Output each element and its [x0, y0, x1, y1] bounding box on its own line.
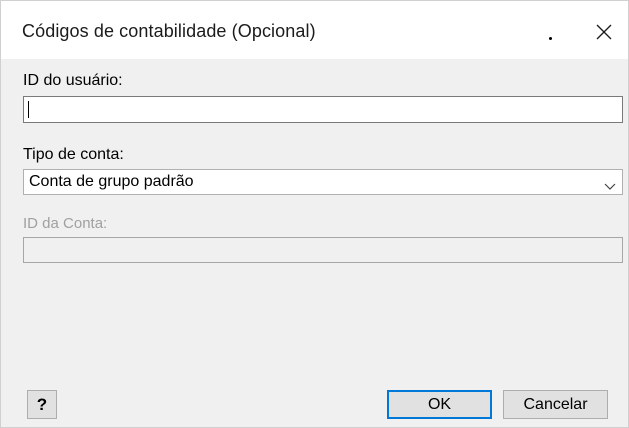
chevron-down-icon: [604, 178, 616, 196]
user-id-label: ID do usuário:: [23, 72, 123, 89]
title-bar: Códigos de contabilidade (Opcional): [1, 1, 628, 59]
accounting-codes-dialog: Códigos de contabilidade (Opcional) ID d…: [0, 0, 629, 428]
ok-button[interactable]: OK: [387, 390, 492, 419]
account-id-label: ID da Conta:: [23, 215, 108, 232]
cancel-button[interactable]: Cancelar: [503, 390, 608, 419]
account-type-selected: Conta de grupo padrão: [29, 173, 194, 190]
dialog-title: Códigos de contabilidade (Opcional): [22, 21, 316, 41]
help-button[interactable]: ?: [27, 390, 57, 419]
close-icon: [596, 24, 612, 40]
account-type-select[interactable]: Conta de grupo padrão: [23, 169, 623, 195]
text-caret: [28, 101, 29, 118]
user-id-input[interactable]: [23, 96, 623, 123]
close-button[interactable]: [591, 19, 617, 45]
account-type-label: Tipo de conta:: [23, 146, 124, 163]
account-id-input: [23, 237, 623, 263]
title-dot: [549, 37, 552, 40]
